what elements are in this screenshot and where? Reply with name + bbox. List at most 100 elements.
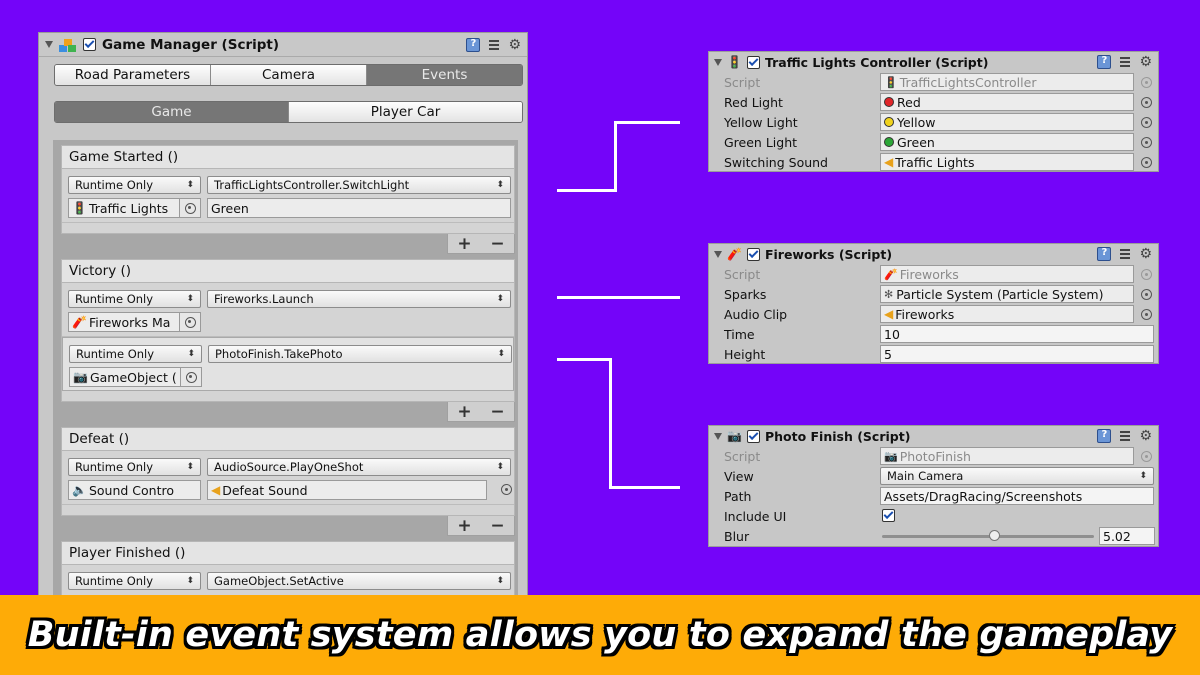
enable-checkbox[interactable]: [746, 247, 760, 261]
field-label: Sparks: [724, 286, 767, 302]
component-title: Game Manager (Script): [102, 36, 280, 53]
argument-field[interactable]: Green: [207, 198, 511, 218]
object-picker-icon: [1141, 77, 1152, 88]
enable-checkbox[interactable]: [746, 55, 760, 69]
green-light-field[interactable]: Green: [880, 133, 1134, 151]
add-listener-button[interactable]: +: [457, 402, 471, 422]
object-picker-icon: [1141, 451, 1152, 462]
tab-player-car[interactable]: Player Car: [289, 102, 522, 122]
dropdown-arrow-icon: ⬍: [1139, 471, 1147, 481]
presets-icon[interactable]: [1118, 247, 1132, 261]
blur-slider-track[interactable]: [882, 535, 1094, 538]
switching-sound-row: Switching Sound ◀ Traffic Lights: [709, 152, 1158, 172]
dropdown-arrow-icon: ⬍: [496, 576, 504, 586]
tab-camera[interactable]: Camera: [211, 65, 367, 85]
yellow-light-dot-icon: [884, 117, 894, 127]
event-title: Defeat (): [61, 427, 515, 451]
game-manager-header: Game Manager (Script) ⚙: [39, 33, 527, 57]
height-field[interactable]: 5: [880, 345, 1154, 363]
foldout-arrow-icon[interactable]: [45, 41, 53, 48]
presets-icon[interactable]: [1118, 429, 1132, 443]
height-row: Height 5: [709, 344, 1158, 364]
yellow-light-row: Yellow Light Yellow: [709, 112, 1158, 132]
gear-icon[interactable]: ⚙: [1139, 247, 1152, 261]
help-icon[interactable]: [466, 37, 481, 52]
include-ui-checkbox[interactable]: [882, 509, 895, 522]
function-dropdown[interactable]: AudioSource.PlayOneShot ⬍: [207, 458, 511, 476]
field-label: Height: [724, 346, 766, 362]
remove-listener-button[interactable]: −: [490, 234, 504, 254]
remove-listener-button[interactable]: −: [490, 516, 504, 536]
object-picker-icon[interactable]: [1141, 117, 1152, 128]
object-picker-icon[interactable]: [1141, 309, 1152, 320]
blur-value-field[interactable]: 5.02: [1099, 527, 1155, 545]
object-field[interactable]: 🚦 Traffic Lights: [68, 198, 201, 218]
audio-clip-row: Audio Clip ◀ Fireworks: [709, 304, 1158, 324]
events-list: Game Started () Runtime Only ⬍ TrafficLig…: [53, 140, 518, 601]
event-listener: Runtime Only ⬍ AudioSource.PlayOneShot ⬍ 🔈…: [62, 451, 514, 505]
enable-checkbox[interactable]: [746, 429, 760, 443]
runtime-mode-dropdown[interactable]: Runtime Only ⬍: [68, 572, 201, 590]
runtime-mode-dropdown[interactable]: Runtime Only ⬍: [68, 290, 201, 308]
connector-line: [609, 486, 680, 489]
event-title: Victory (): [61, 259, 515, 283]
object-field[interactable]: 🧨 Fireworks Ma: [68, 312, 201, 332]
presets-icon[interactable]: [487, 38, 501, 52]
add-listener-button[interactable]: +: [457, 516, 471, 536]
switching-sound-field[interactable]: ◀ Traffic Lights: [880, 153, 1134, 171]
connector-line: [614, 121, 680, 124]
add-listener-button[interactable]: +: [457, 234, 471, 254]
function-dropdown[interactable]: GameObject.SetActive ⬍: [207, 572, 511, 590]
gear-icon[interactable]: ⚙: [508, 38, 521, 52]
view-dropdown[interactable]: Main Camera ⬍: [880, 467, 1154, 485]
object-picker-icon[interactable]: [1141, 289, 1152, 300]
help-icon[interactable]: [1097, 55, 1112, 69]
caption-text: Built-in event system allows you to expa…: [27, 615, 1173, 655]
audio-clip-field[interactable]: ◀ Fireworks: [880, 305, 1134, 323]
sparks-row: Sparks ✻ Particle System (Particle System…: [709, 284, 1158, 304]
script-field: 🚦 TrafficLightsController: [880, 73, 1134, 91]
foldout-arrow-icon[interactable]: [714, 432, 722, 440]
function-dropdown[interactable]: TrafficLightsController.SwitchLight ⬍: [207, 176, 511, 194]
traffic-light-icon: 🚦: [727, 55, 742, 69]
runtime-mode-dropdown[interactable]: Runtime Only ⬍: [68, 176, 201, 194]
tab-road-parameters[interactable]: Road Parameters: [55, 65, 211, 85]
camera-icon: 📷: [73, 370, 88, 384]
presets-icon[interactable]: [1118, 55, 1132, 69]
event-listener: Runtime Only ⬍ TrafficLightsController.Sw…: [62, 169, 514, 223]
object-field[interactable]: 🔈 Sound Contro: [68, 480, 201, 500]
event-victory: Victory () Runtime Only ⬍ Fireworks.Launc…: [61, 259, 515, 422]
runtime-mode-dropdown[interactable]: Runtime Only ⬍: [69, 345, 202, 363]
object-field[interactable]: 📷 GameObject (: [69, 367, 202, 387]
yellow-light-field[interactable]: Yellow: [880, 113, 1134, 131]
gear-icon[interactable]: ⚙: [1139, 55, 1152, 69]
event-defeat: Defeat () Runtime Only ⬍ AudioSource.Play…: [61, 427, 515, 536]
foldout-arrow-icon[interactable]: [714, 250, 722, 258]
object-picker-icon[interactable]: [1141, 97, 1152, 108]
gear-icon[interactable]: ⚙: [1139, 429, 1152, 443]
object-picker-icon[interactable]: [1141, 137, 1152, 148]
sparks-field[interactable]: ✻ Particle System (Particle System): [880, 285, 1134, 303]
dropdown-arrow-icon: ⬍: [187, 349, 195, 359]
red-light-field[interactable]: Red: [880, 93, 1134, 111]
field-label: Switching Sound: [724, 154, 828, 170]
time-field[interactable]: 10: [880, 325, 1154, 343]
foldout-arrow-icon[interactable]: [714, 58, 722, 66]
tab-events[interactable]: Events: [367, 65, 522, 85]
argument-field[interactable]: ◀ Defeat Sound: [207, 480, 487, 500]
field-label: Yellow Light: [724, 114, 798, 130]
help-icon[interactable]: [1097, 247, 1112, 261]
enable-checkbox[interactable]: [83, 38, 96, 51]
blur-slider-thumb[interactable]: [989, 530, 1001, 541]
function-dropdown[interactable]: PhotoFinish.TakePhoto ⬍: [208, 345, 512, 363]
object-picker-icon[interactable]: [501, 484, 512, 495]
event-game-started: Game Started () Runtime Only ⬍ TrafficLig…: [61, 145, 515, 254]
object-picker-icon[interactable]: [1141, 157, 1152, 168]
remove-listener-button[interactable]: −: [490, 402, 504, 422]
help-icon[interactable]: [1097, 429, 1112, 443]
path-field[interactable]: Assets/DragRacing/Screenshots: [880, 487, 1154, 505]
runtime-mode-dropdown[interactable]: Runtime Only ⬍: [68, 458, 201, 476]
function-dropdown[interactable]: Fireworks.Launch ⬍: [207, 290, 511, 308]
tab-game[interactable]: Game: [55, 102, 289, 122]
traffic-light-icon: 🚦: [884, 75, 898, 89]
